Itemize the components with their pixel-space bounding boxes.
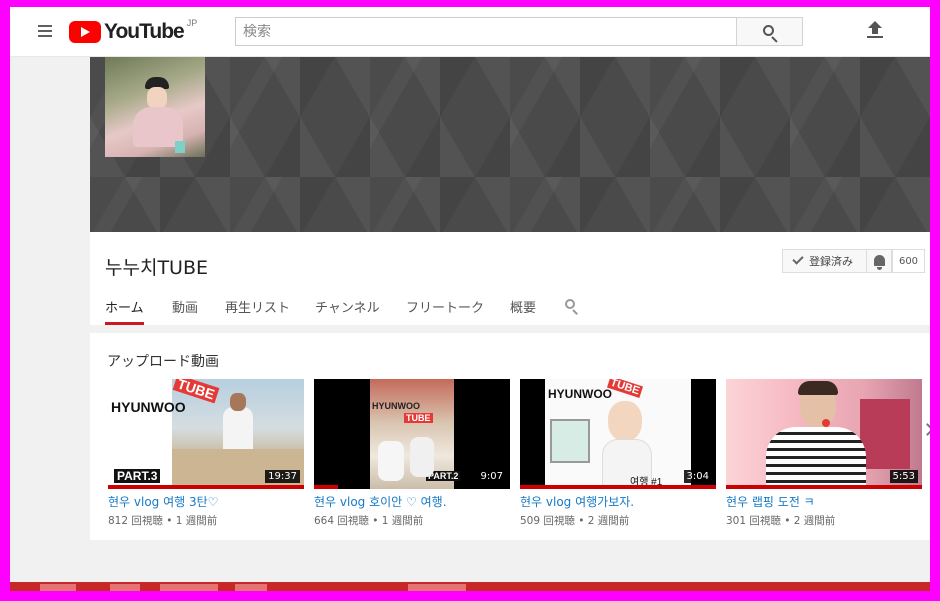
video-thumbnail[interactable]: HYUNWOO TUBE PART.2 9:07 [314, 379, 510, 489]
video-meta: 812 回視聴 • 1 週間前 [108, 515, 218, 527]
subscriber-count: 600 [892, 249, 925, 273]
taskbar-item[interactable] [408, 584, 466, 591]
logo-text: YouTube [104, 20, 185, 43]
taskbar [10, 582, 930, 591]
video-title[interactable]: 현우 vlog 여행 3탄♡ [108, 493, 304, 510]
video-title[interactable]: 현우 랩핑 도전 ㅋ [726, 493, 922, 510]
tab-about[interactable]: 概要 [510, 297, 536, 325]
watched-progress-bar [726, 485, 922, 489]
taskbar-item[interactable] [110, 584, 140, 591]
tab-videos[interactable]: 動画 [172, 297, 198, 325]
subscribed-button[interactable]: 登録済み [782, 249, 867, 273]
menu-icon[interactable] [38, 25, 52, 37]
channel-search-icon[interactable] [565, 299, 579, 315]
tab-home[interactable]: ホーム [105, 297, 144, 325]
video-meta: 664 回視聴 • 1 週間前 [314, 515, 424, 527]
uploads-shelf: アップロード動画 HYUNWOO TUBE PART.3 19:37 현우 vl… [90, 333, 930, 540]
search-icon [763, 25, 774, 36]
notification-bell-button[interactable] [866, 249, 892, 273]
subscribed-label: 登録済み [809, 255, 853, 268]
taskbar-item[interactable] [160, 584, 218, 591]
shelf-title[interactable]: アップロード動画 [107, 351, 219, 371]
video-thumbnail[interactable]: HYUNWOO TUBE PART.3 19:37 [108, 379, 304, 489]
video-item: HYUNWOO TUBE PART.2 9:07 현우 vlog 호이안 ♡ 여… [314, 379, 510, 528]
upload-icon[interactable] [867, 21, 883, 41]
video-title[interactable]: 현우 vlog 호이안 ♡ 여행. [314, 493, 510, 510]
video-duration: 3:04 [683, 470, 712, 483]
video-item: HYUNWOO TUBE PART.3 19:37 현우 vlog 여행 3탄♡… [108, 379, 304, 528]
watched-progress-bar [108, 485, 304, 489]
channel-header: 누누치TUBE 登録済み 600 ホーム 動画 再生リスト チャンネル フリート… [90, 57, 930, 325]
video-meta: 301 回視聴 • 2 週間前 [726, 515, 836, 527]
tab-playlists[interactable]: 再生リスト [225, 297, 290, 325]
tab-channels[interactable]: チャンネル [315, 297, 380, 325]
taskbar-item[interactable] [40, 584, 76, 591]
taskbar-item[interactable] [235, 584, 267, 591]
video-thumbnail[interactable]: HYUNWOO TUBE 여행 #1 3:04 [520, 379, 716, 489]
video-title[interactable]: 현우 vlog 여행가보자. [520, 493, 716, 510]
watched-progress-bar [314, 485, 338, 489]
channel-title: 누누치TUBE [105, 257, 208, 279]
video-duration: 5:53 [889, 470, 918, 483]
search-button[interactable] [736, 17, 803, 46]
chevron-right-icon[interactable] [922, 421, 930, 437]
browser-viewport: YouTube JP 누누치TUBE 登録済み 600 ホーム 動画 再生リ [10, 7, 930, 591]
channel-banner [90, 57, 930, 232]
video-duration: 9:07 [477, 470, 506, 483]
youtube-logo[interactable]: YouTube JP [69, 18, 198, 43]
video-duration: 19:37 [265, 470, 300, 483]
channel-avatar[interactable] [105, 57, 205, 157]
bell-icon [874, 255, 885, 270]
check-icon [792, 253, 804, 265]
video-meta: 509 回視聴 • 2 週間前 [520, 515, 630, 527]
video-item: 5:53 현우 랩핑 도전 ㅋ 301 回視聴 • 2 週間前 [726, 379, 922, 528]
search-input[interactable] [235, 17, 737, 46]
logo-region: JP [186, 18, 198, 28]
tab-discussion[interactable]: フリートーク [406, 297, 484, 325]
video-thumbnail[interactable]: 5:53 [726, 379, 922, 489]
video-item: HYUNWOO TUBE 여행 #1 3:04 현우 vlog 여행가보자. 5… [520, 379, 716, 528]
youtube-play-icon [69, 21, 101, 43]
masthead: YouTube JP [10, 7, 930, 57]
watched-progress-bar [520, 485, 716, 489]
